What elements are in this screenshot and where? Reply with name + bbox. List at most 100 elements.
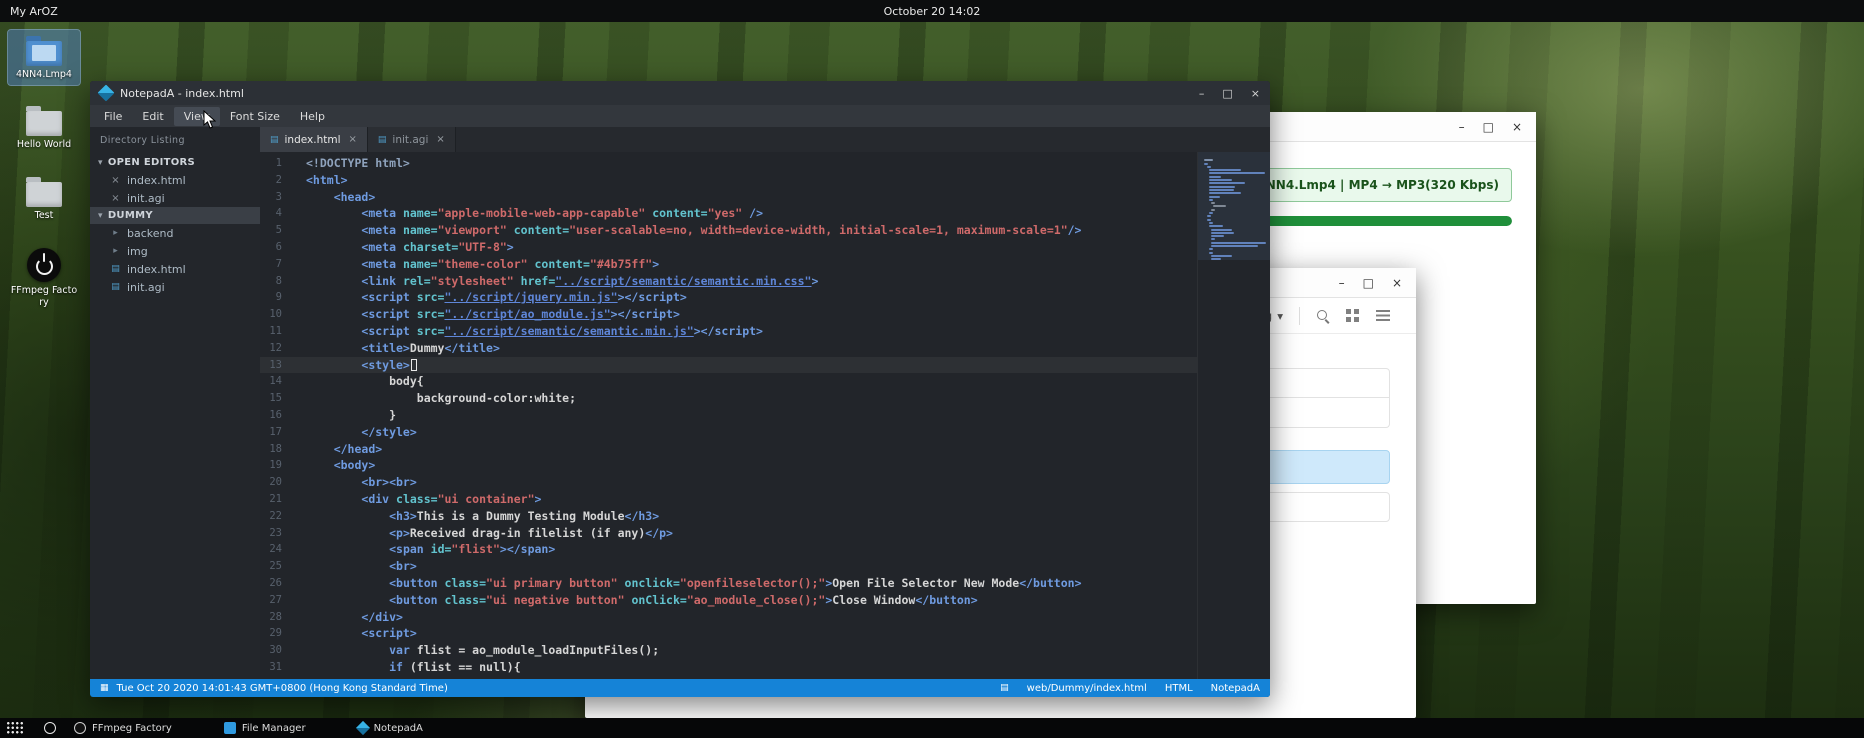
- code-line-13[interactable]: 13 <style>: [260, 357, 1197, 374]
- grid-view-icon[interactable]: [1346, 309, 1351, 314]
- desktop-icon-label: Hello World: [17, 139, 71, 150]
- status-language[interactable]: HTML: [1165, 683, 1193, 694]
- file-icon: ▤: [378, 135, 387, 145]
- code-line-17[interactable]: 17 </style>: [260, 424, 1197, 441]
- line-number: 30: [260, 642, 294, 659]
- explorer-section-open-editors[interactable]: ▾OPEN EDITORS: [90, 154, 260, 171]
- close-button[interactable]: ×: [1392, 277, 1402, 289]
- code-line-24[interactable]: 24 <span id="flist"></span>: [260, 541, 1197, 558]
- code-line-6[interactable]: 6 <meta charset="UTF-8">: [260, 239, 1197, 256]
- code-line-9[interactable]: 9 <script src="../script/jquery.min.js">…: [260, 289, 1197, 306]
- list-view-icon[interactable]: [1376, 310, 1390, 321]
- code-line-19[interactable]: 19 <body>: [260, 457, 1197, 474]
- code-line-21[interactable]: 21 <div class="ui container">: [260, 491, 1197, 508]
- code-area[interactable]: 1<!DOCTYPE html>2<html>3 <head>4 <meta n…: [260, 152, 1197, 679]
- section-label: DUMMY: [108, 210, 153, 221]
- file-icon: ▤: [1000, 683, 1009, 693]
- explorer-tree: ▾OPEN EDITORS×index.html×init.agi▾DUMMY▸…: [90, 154, 260, 296]
- code-line-25[interactable]: 25 <br>: [260, 558, 1197, 575]
- line-number: 4: [260, 205, 294, 222]
- file-explorer: Directory Listing ▾OPEN EDITORS×index.ht…: [90, 127, 260, 679]
- code-line-20[interactable]: 20 <br><br>: [260, 474, 1197, 491]
- desktop-icon-ffmpeg-factory[interactable]: FFmpeg Factory: [8, 241, 80, 313]
- maximize-button[interactable]: □: [1363, 277, 1374, 289]
- taskbar-item-notepada[interactable]: NotepadA: [358, 723, 423, 734]
- editor-tab-index-html[interactable]: ▤ index.html ×: [260, 127, 368, 152]
- code-line-3[interactable]: 3 <head>: [260, 189, 1197, 206]
- code-line-22[interactable]: 22 <h3>This is a Dummy Testing Module</h…: [260, 508, 1197, 525]
- code-line-1[interactable]: 1<!DOCTYPE html>: [260, 155, 1197, 172]
- line-number: 10: [260, 306, 294, 323]
- minimap-viewport[interactable]: [1198, 152, 1270, 260]
- maximize-button[interactable]: □: [1483, 121, 1494, 133]
- tree-item-init-agi[interactable]: ×init.agi: [90, 189, 260, 207]
- taskbar-item-label: NotepadA: [374, 723, 423, 734]
- code-line-11[interactable]: 11 <script src="../script/semantic/seman…: [260, 323, 1197, 340]
- code-line-15[interactable]: 15 background-color:white;: [260, 390, 1197, 407]
- editor-tabs: ▤ index.html × ▤ init.agi ×: [260, 127, 1270, 152]
- minimize-button[interactable]: –: [1199, 88, 1205, 99]
- code-line-31[interactable]: 31 if (flist == null){: [260, 659, 1197, 676]
- desktop-icon-test[interactable]: Test: [8, 171, 80, 226]
- app-launcher-icon[interactable]: [6, 721, 24, 735]
- status-datetime: Tue Oct 20 2020 14:01:43 GMT+0800 (Hong …: [117, 683, 448, 694]
- desktop-icon-4nn4-lmp4[interactable]: 4NN4.Lmp4: [8, 30, 80, 85]
- line-number: 7: [260, 256, 294, 273]
- line-number: 8: [260, 273, 294, 290]
- explorer-section-dummy[interactable]: ▾DUMMY: [90, 207, 260, 224]
- tab-label: init.agi: [392, 134, 428, 146]
- tree-item-index-html[interactable]: ▤index.html: [90, 260, 260, 278]
- menu-edit[interactable]: Edit: [132, 107, 173, 126]
- tree-item-init-agi[interactable]: ▤init.agi: [90, 278, 260, 296]
- menu-help[interactable]: Help: [290, 107, 335, 126]
- minimize-button[interactable]: –: [1339, 277, 1345, 289]
- status-filepath[interactable]: web/Dummy/index.html: [1027, 683, 1147, 694]
- menu-font-size[interactable]: Font Size: [220, 107, 290, 126]
- close-button[interactable]: ×: [1512, 121, 1522, 133]
- code-line-26[interactable]: 26 <button class="ui primary button" onc…: [260, 575, 1197, 592]
- notepad-window-controls: – □ ×: [1199, 88, 1260, 99]
- code-line-2[interactable]: 2<html>: [260, 172, 1197, 189]
- close-small-icon[interactable]: ×: [110, 193, 121, 204]
- code-line-8[interactable]: 8 <link rel="stylesheet" href="../script…: [260, 273, 1197, 290]
- code-line-12[interactable]: 12 <title>Dummy</title>: [260, 340, 1197, 357]
- text-cursor: [411, 359, 417, 371]
- taskbar-item-file-manager[interactable]: File Manager: [224, 722, 306, 734]
- menu-file[interactable]: File: [94, 107, 132, 126]
- code-line-29[interactable]: 29 <script>: [260, 625, 1197, 642]
- editor-tab-init-agi[interactable]: ▤ init.agi ×: [368, 127, 456, 152]
- close-tab-icon[interactable]: ×: [349, 134, 357, 145]
- code-line-27[interactable]: 27 <button class="ui negative button" on…: [260, 592, 1197, 609]
- code-line-14[interactable]: 14 body{: [260, 373, 1197, 390]
- host-label[interactable]: My ArOZ: [10, 5, 58, 18]
- close-tab-icon[interactable]: ×: [436, 134, 444, 145]
- tree-item-backend[interactable]: ▸backend: [90, 224, 260, 242]
- minimize-button[interactable]: –: [1459, 121, 1465, 133]
- search-icon[interactable]: [1316, 309, 1330, 323]
- tab-label: index.html: [285, 134, 341, 146]
- close-button[interactable]: ×: [1251, 88, 1260, 99]
- minimap[interactable]: [1197, 152, 1270, 679]
- tree-item-label: index.html: [127, 174, 186, 187]
- aroz-logo-icon[interactable]: [44, 722, 56, 734]
- desktop-icons: 4NN4.Lmp4 Hello World Test FFmpeg Factory: [8, 30, 80, 313]
- file-icon: ▤: [270, 135, 279, 145]
- tree-item-label: init.agi: [127, 281, 165, 294]
- tree-item-img[interactable]: ▸img: [90, 242, 260, 260]
- close-small-icon[interactable]: ×: [110, 175, 121, 186]
- code-line-23[interactable]: 23 <p>Received drag-in filelist (if any)…: [260, 525, 1197, 542]
- line-number: 23: [260, 525, 294, 542]
- tree-item-index-html[interactable]: × index.html: [90, 171, 260, 189]
- desktop-icon-hello-world[interactable]: Hello World: [8, 100, 80, 155]
- code-line-16[interactable]: 16 }: [260, 407, 1197, 424]
- code-line-4[interactable]: 4 <meta name="apple-mobile-web-app-capab…: [260, 205, 1197, 222]
- maximize-button[interactable]: □: [1222, 88, 1232, 99]
- code-line-28[interactable]: 28 </div>: [260, 609, 1197, 626]
- code-line-18[interactable]: 18 </head>: [260, 441, 1197, 458]
- code-line-30[interactable]: 30 var flist = ao_module_loadInputFiles(…: [260, 642, 1197, 659]
- code-line-5[interactable]: 5 <meta name="viewport" content="user-sc…: [260, 222, 1197, 239]
- notepad-titlebar[interactable]: NotepadA - index.html –□×: [90, 81, 1270, 105]
- code-line-10[interactable]: 10 <script src="../script/ao_module.js">…: [260, 306, 1197, 323]
- code-line-7[interactable]: 7 <meta name="theme-color" content="#4b7…: [260, 256, 1197, 273]
- taskbar-item-ffmpeg-factory[interactable]: FFmpeg Factory: [74, 722, 172, 734]
